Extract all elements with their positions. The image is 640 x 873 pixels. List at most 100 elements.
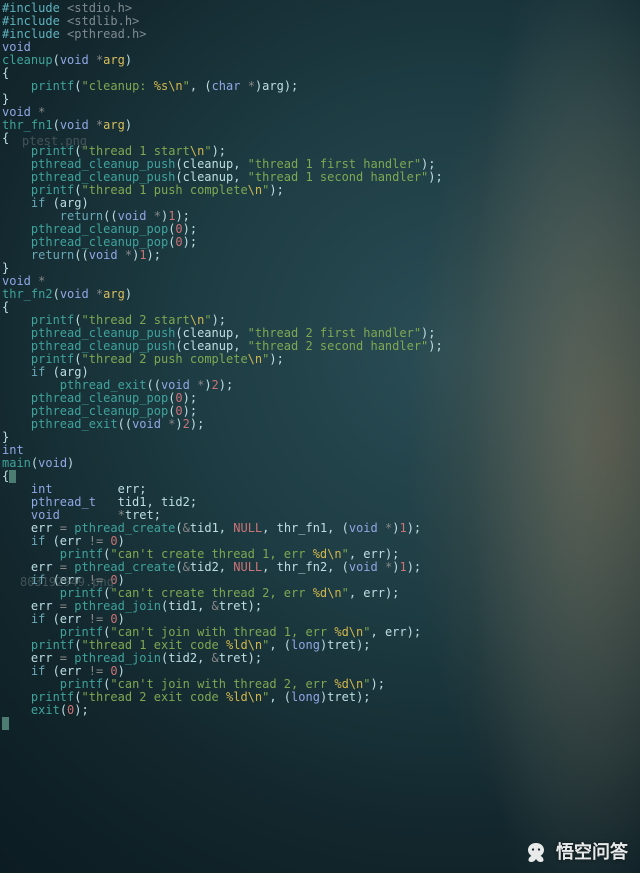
code-token: tret); [219, 651, 262, 665]
code-token: void [349, 560, 385, 574]
code-token: ( [175, 521, 182, 535]
code-token [2, 339, 31, 353]
code-token: tid1, tid2; [96, 495, 197, 509]
code-token: pthread_cleanup_pop [31, 235, 168, 249]
code-token: NULL [233, 560, 262, 574]
code-token: ); [183, 391, 197, 405]
code-token: void [2, 274, 38, 288]
code-token: "can't join with thread 1, err [110, 625, 334, 639]
code-token: pthread_join [74, 599, 161, 613]
code-token: void [60, 118, 96, 132]
code-token: != [89, 664, 103, 678]
code-token: * [154, 209, 161, 223]
code-line: pthread_exit((void *)2); [2, 418, 638, 431]
code-token: ); [190, 417, 204, 431]
code-token: if [31, 612, 45, 626]
code-token: (( [147, 378, 161, 392]
code-token: <stdio.h> [67, 1, 132, 15]
code-token [2, 209, 60, 223]
code-token: ( [74, 352, 81, 366]
code-token: ); [421, 157, 435, 171]
code-token [2, 378, 60, 392]
code-token [2, 352, 31, 366]
code-line: printf("thread 2 exit code %ld\n", (long… [2, 691, 638, 704]
code-token: { [2, 300, 9, 314]
code-token: 0 [175, 222, 182, 236]
code-token: printf [31, 690, 74, 704]
code-token: ( [53, 118, 60, 132]
code-token [2, 313, 31, 327]
code-token: ); [407, 521, 421, 535]
code-token: pthread_cleanup_push [31, 339, 176, 353]
code-token: ( [53, 287, 60, 301]
code-token: printf [60, 625, 103, 639]
code-token: if [31, 365, 45, 379]
code-token: (( [118, 417, 132, 431]
code-token: ); [175, 209, 189, 223]
code-token: \n [248, 183, 262, 197]
code-token: )tret); [320, 690, 371, 704]
code-token: , ( [269, 690, 291, 704]
code-token: printf [60, 677, 103, 691]
code-token: 2 [183, 417, 190, 431]
code-token: ( [74, 313, 81, 327]
code-token: ); [147, 248, 161, 262]
cursor [2, 717, 9, 730]
code-token: ( [175, 560, 182, 574]
code-token: void [161, 378, 197, 392]
code-token [2, 664, 31, 678]
code-token: = [60, 651, 67, 665]
code-token: , thr_fn1, ( [262, 521, 349, 535]
code-token: (cleanup, [175, 339, 247, 353]
code-token: "can't create thread 2, err [110, 586, 312, 600]
code-token: pthread_cleanup_push [31, 157, 176, 171]
code-token: <pthread.h> [67, 27, 146, 41]
code-token: " [342, 547, 349, 561]
code-token: (( [103, 209, 117, 223]
code-token: * [38, 105, 45, 119]
code-token: exit [31, 703, 60, 717]
code-token: tid2, [190, 560, 233, 574]
code-token: } [2, 92, 9, 106]
code-token: pthread_exit [60, 378, 147, 392]
code-token [2, 326, 31, 340]
code-token: ); [183, 404, 197, 418]
code-token [2, 248, 31, 262]
code-token [2, 391, 31, 405]
code-line: cleanup(void *arg) [2, 54, 638, 67]
code-line: #include <pthread.h> [2, 28, 638, 41]
code-token: ) [67, 456, 74, 470]
code-token: "thread 2 exit code [82, 690, 227, 704]
code-token: (arg) [45, 196, 88, 210]
code-token: ); [428, 339, 442, 353]
code-token: ); [74, 703, 88, 717]
code-token: = [60, 599, 67, 613]
code-token: (cleanup, [175, 157, 247, 171]
code-token: ( [53, 53, 60, 67]
code-token [2, 690, 31, 704]
code-line: } [2, 262, 638, 275]
code-token: long [291, 638, 320, 652]
code-token: * [38, 274, 45, 288]
code-token: pthread_cleanup_pop [31, 404, 168, 418]
code-token: \n [190, 144, 204, 158]
code-line: main(void) [2, 457, 638, 470]
code-token [2, 703, 31, 717]
code-token: = [60, 560, 67, 574]
code-token [60, 508, 118, 522]
code-token: err [2, 560, 60, 574]
code-token: printf [31, 183, 74, 197]
code-token: pthread_create [74, 560, 175, 574]
code-token [2, 170, 31, 184]
code-token: 0 [175, 404, 182, 418]
code-token [2, 612, 31, 626]
code-token: (tid1, [161, 599, 212, 613]
code-token [2, 547, 60, 561]
code-token [2, 235, 31, 249]
code-line: int [2, 444, 638, 457]
code-token: } [2, 261, 9, 275]
code-token: void [89, 248, 125, 262]
code-token [2, 508, 31, 522]
code-token: ) [118, 612, 125, 626]
code-token: & [212, 651, 219, 665]
